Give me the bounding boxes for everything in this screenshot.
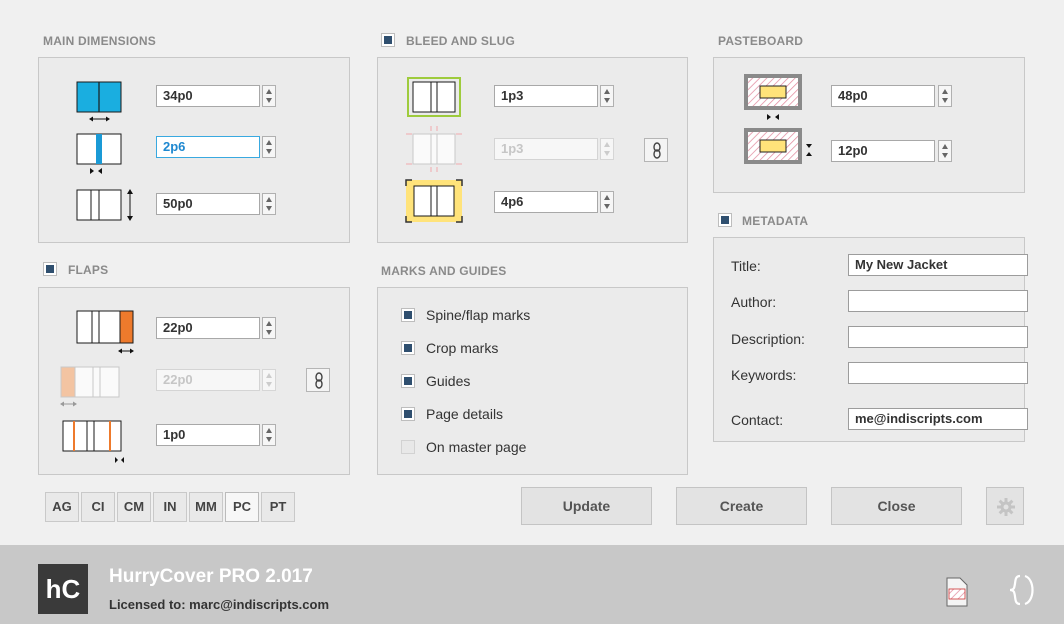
description-label: Description: bbox=[731, 331, 805, 347]
unit-in-button[interactable]: IN bbox=[153, 492, 187, 522]
pasteboard-height-stepper[interactable] bbox=[938, 140, 952, 162]
slug-field[interactable]: 4p6 bbox=[494, 191, 598, 213]
settings-button[interactable] bbox=[986, 487, 1024, 525]
left-flap-stepper bbox=[262, 369, 276, 391]
guides-label: Guides bbox=[426, 373, 471, 389]
fold-field[interactable]: 1p0 bbox=[156, 424, 260, 446]
bleed-slug-checkbox[interactable] bbox=[381, 33, 395, 47]
right-flap-icon bbox=[76, 310, 134, 354]
keywords-label: Keywords: bbox=[731, 367, 797, 383]
metadata-title: METADATA bbox=[742, 214, 809, 228]
pasteboard-width-icon bbox=[744, 74, 802, 120]
on-master-page-checkbox[interactable] bbox=[401, 440, 415, 454]
right-flap-field[interactable]: 22p0 bbox=[156, 317, 260, 339]
contact-input[interactable]: me@indiscripts.com bbox=[848, 408, 1028, 430]
width-field[interactable]: 34p0 bbox=[156, 85, 260, 107]
unit-pt-button[interactable]: PT bbox=[261, 492, 295, 522]
left-flap-field: 22p0 bbox=[156, 369, 260, 391]
slug-stepper[interactable] bbox=[600, 191, 614, 213]
marks-guides-panel bbox=[377, 287, 688, 475]
bleed-slug-title: BLEED AND SLUG bbox=[406, 34, 516, 48]
spine-field[interactable]: 2p6 bbox=[156, 136, 260, 158]
bleed-secondary-icon bbox=[406, 126, 462, 172]
flaps-link-button[interactable] bbox=[306, 368, 330, 392]
on-master-page-label: On master page bbox=[426, 439, 527, 455]
fold-stepper[interactable] bbox=[262, 424, 276, 446]
right-flap-stepper[interactable] bbox=[262, 317, 276, 339]
pasteboard-width-field[interactable]: 48p0 bbox=[831, 85, 935, 107]
spine-width-icon bbox=[76, 133, 122, 174]
license-text: Licensed to: marc@indiscripts.com bbox=[109, 597, 330, 612]
bleed-link-button[interactable] bbox=[644, 138, 668, 162]
guides-checkbox[interactable] bbox=[401, 374, 415, 388]
update-button[interactable]: Update bbox=[521, 487, 652, 525]
unit-mm-button[interactable]: MM bbox=[189, 492, 223, 522]
pasteboard-width-stepper[interactable] bbox=[938, 85, 952, 107]
unit-ag-button[interactable]: AG bbox=[45, 492, 79, 522]
height-stepper[interactable] bbox=[262, 193, 276, 215]
bleed-secondary-stepper bbox=[600, 138, 614, 160]
book-width-icon bbox=[76, 81, 122, 122]
app-logo: hC bbox=[38, 564, 88, 614]
metadata-checkbox[interactable] bbox=[718, 213, 732, 227]
title-label: Title: bbox=[731, 258, 761, 274]
document-button[interactable] bbox=[944, 577, 970, 607]
width-stepper[interactable] bbox=[262, 85, 276, 107]
left-flap-icon bbox=[60, 366, 120, 407]
document-icon bbox=[946, 577, 968, 607]
spine-flap-marks-label: Spine/flap marks bbox=[426, 307, 531, 323]
crop-marks-label: Crop marks bbox=[426, 340, 499, 356]
page-details-checkbox[interactable] bbox=[401, 407, 415, 421]
pasteboard-height-field[interactable]: 12p0 bbox=[831, 140, 935, 162]
chain-link-icon bbox=[315, 372, 323, 389]
chain-link-icon bbox=[653, 142, 661, 159]
author-input[interactable] bbox=[848, 290, 1028, 312]
slug-icon bbox=[405, 179, 463, 223]
create-button[interactable]: Create bbox=[676, 487, 807, 525]
main-dimensions-title: MAIN DIMENSIONS bbox=[43, 34, 157, 48]
close-button[interactable]: Close bbox=[831, 487, 962, 525]
flaps-checkbox[interactable] bbox=[43, 262, 57, 276]
description-input[interactable] bbox=[848, 326, 1028, 348]
title-input[interactable]: My New Jacket bbox=[848, 254, 1028, 276]
unit-ci-button[interactable]: CI bbox=[81, 492, 115, 522]
flaps-title: FLAPS bbox=[68, 263, 109, 277]
pasteboard-title: PASTEBOARD bbox=[718, 34, 804, 48]
flap-fold-icon bbox=[62, 420, 124, 463]
contact-label: Contact: bbox=[731, 412, 784, 428]
gear-icon bbox=[997, 498, 1015, 516]
bleed-icon bbox=[407, 77, 461, 117]
product-name: HurryCover PRO 2.017 bbox=[109, 566, 313, 587]
book-height-icon bbox=[76, 189, 133, 221]
pasteboard-height-icon bbox=[744, 128, 812, 164]
indiscripts-logo-icon bbox=[1009, 574, 1034, 606]
bleed-stepper[interactable] bbox=[600, 85, 614, 107]
spine-flap-marks-checkbox[interactable] bbox=[401, 308, 415, 322]
keywords-input[interactable] bbox=[848, 362, 1028, 384]
bleed-field[interactable]: 1p3 bbox=[494, 85, 598, 107]
bleed-secondary-field: 1p3 bbox=[494, 138, 598, 160]
crop-marks-checkbox[interactable] bbox=[401, 341, 415, 355]
indiscripts-button[interactable] bbox=[1008, 573, 1038, 607]
author-label: Author: bbox=[731, 294, 777, 310]
spine-stepper[interactable] bbox=[262, 136, 276, 158]
height-field[interactable]: 50p0 bbox=[156, 193, 260, 215]
marks-guides-title: MARKS AND GUIDES bbox=[381, 264, 507, 278]
unit-pc-button[interactable]: PC bbox=[225, 492, 259, 522]
page-details-label: Page details bbox=[426, 406, 504, 422]
unit-cm-button[interactable]: CM bbox=[117, 492, 151, 522]
